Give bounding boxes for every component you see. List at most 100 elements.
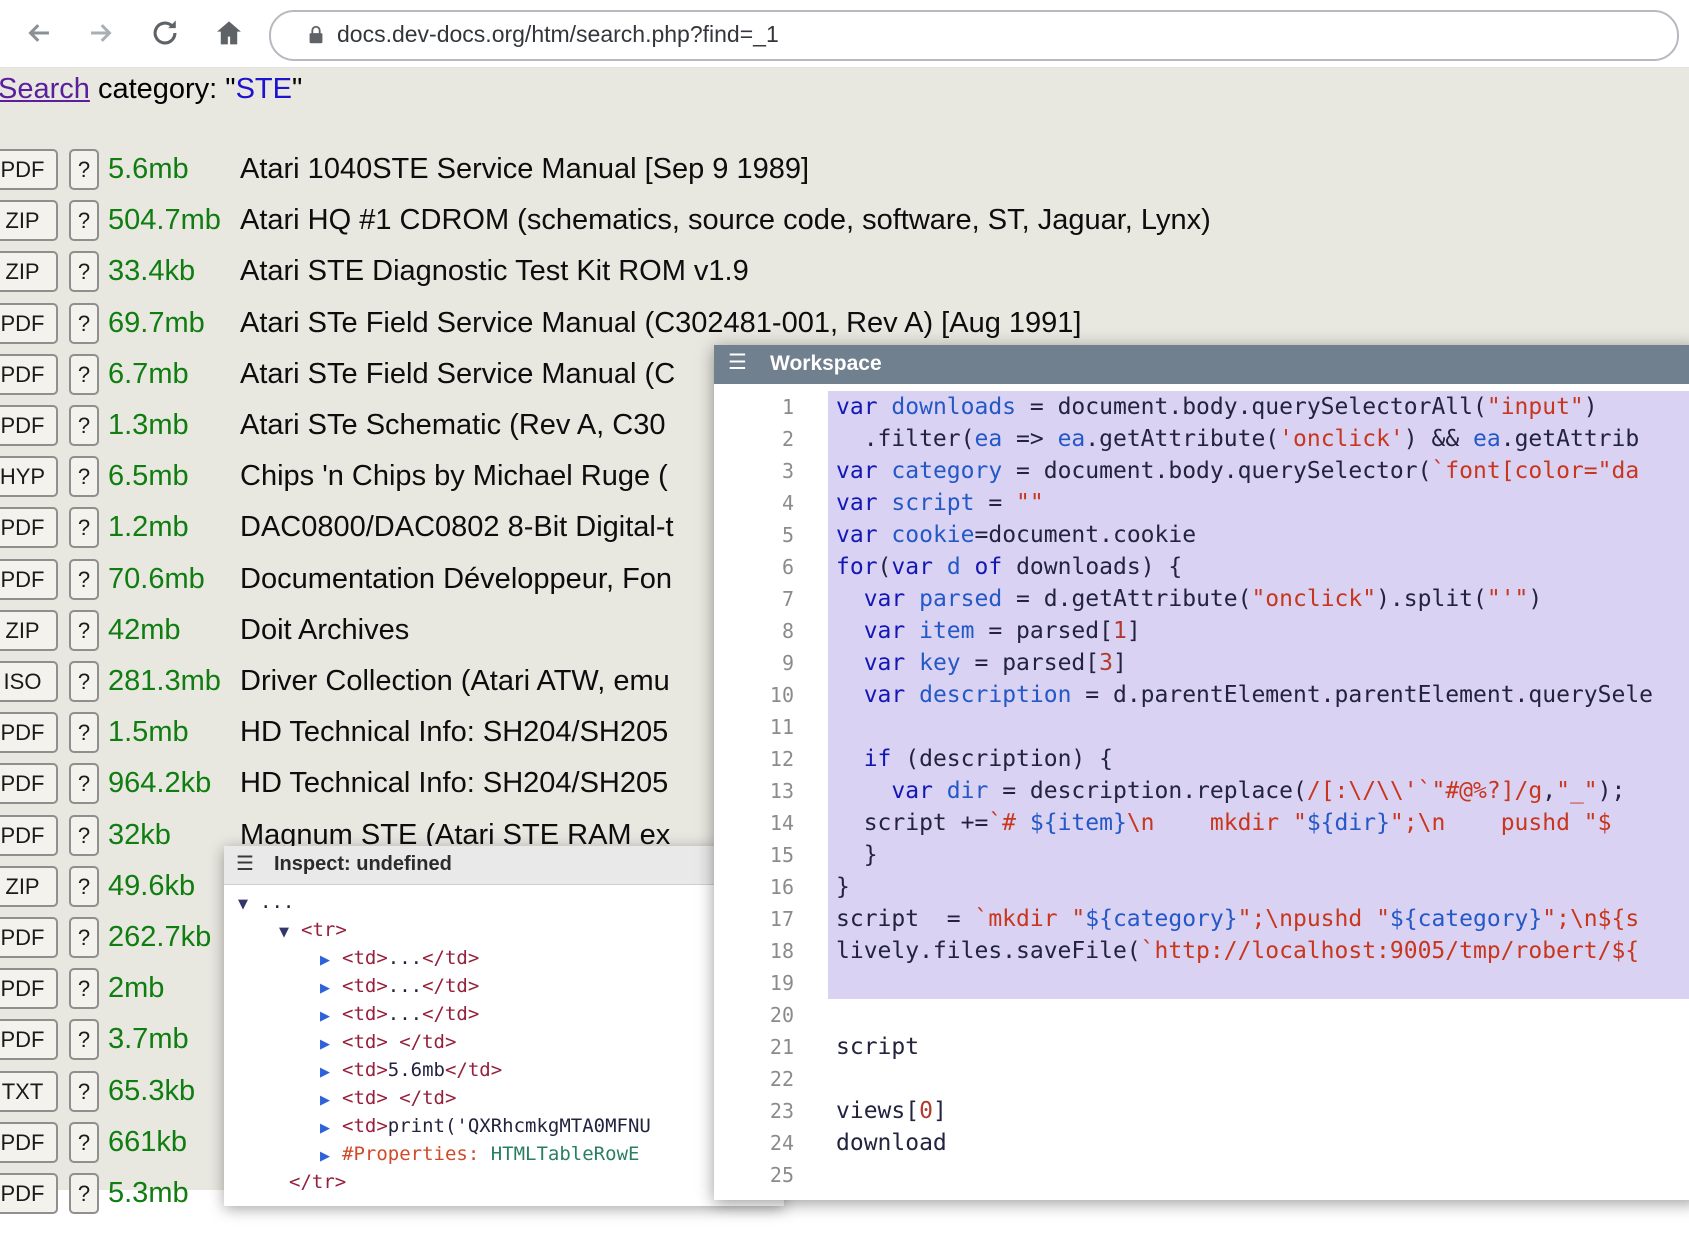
file-type-button[interactable]: PDF [0, 405, 58, 446]
expand-icon[interactable]: ▶ [320, 1003, 342, 1031]
file-type-button[interactable]: PDF [0, 354, 58, 395]
code-line[interactable]: download [828, 1127, 1689, 1159]
code-line[interactable]: script +=`# ${item}\n mkdir "${dir}";\n … [828, 807, 1689, 839]
help-button[interactable]: ? [69, 1019, 99, 1060]
expand-icon[interactable]: ▶ [320, 1115, 342, 1143]
file-type-button[interactable]: HYP [0, 456, 58, 497]
inspector-titlebar[interactable]: ☰ Inspect: undefined [224, 846, 784, 885]
code-line[interactable]: script = `mkdir "${category}";\npushd "$… [828, 903, 1689, 935]
code-line[interactable]: } [828, 839, 1689, 871]
help-button[interactable]: ? [69, 1122, 99, 1163]
help-button[interactable]: ? [69, 1173, 99, 1214]
code-line[interactable]: for(var d of downloads) { [828, 551, 1689, 583]
expand-icon[interactable]: ▶ [320, 975, 342, 1003]
code-line[interactable]: var script = "" [828, 487, 1689, 519]
tree-row[interactable]: ▼... [224, 888, 784, 916]
code-line[interactable]: .filter(ea => ea.getAttribute('onclick')… [828, 423, 1689, 455]
file-type-button[interactable]: ZIP [0, 866, 58, 907]
help-button[interactable]: ? [69, 763, 99, 804]
tree-row[interactable]: ▶<td>...</td> [224, 1000, 784, 1028]
code-line[interactable]: var description = d.parentElement.parent… [828, 679, 1689, 711]
code-line[interactable]: if (description) { [828, 743, 1689, 775]
code-line[interactable]: script [828, 1031, 1689, 1063]
tree-row[interactable]: ▼<tr> [224, 916, 784, 944]
help-button[interactable]: ? [69, 815, 99, 856]
tree-row[interactable]: ▶<td>...</td> [224, 972, 784, 1000]
help-button[interactable]: ? [69, 866, 99, 907]
file-type-button[interactable]: ISO [0, 661, 58, 702]
forward-icon[interactable] [84, 16, 118, 50]
menu-icon[interactable]: ☰ [728, 350, 747, 375]
address-bar[interactable]: docs.dev-docs.org/htm/search.php?find=_1 [269, 10, 1679, 61]
tree-row[interactable]: ▶<td> </td> [224, 1028, 784, 1056]
code-line[interactable] [828, 999, 1689, 1031]
expand-icon[interactable]: ▶ [320, 1059, 342, 1087]
code-editor[interactable]: 1234567891011121314151617181920212223242… [714, 384, 1689, 1200]
file-type-button[interactable]: ZIP [0, 251, 58, 292]
file-type-button[interactable]: PDF [0, 1173, 58, 1214]
help-button[interactable]: ? [69, 559, 99, 600]
code-lines[interactable]: var downloads = document.body.querySelec… [828, 391, 1689, 1191]
collapse-icon[interactable]: ▼ [238, 891, 260, 919]
file-type-button[interactable]: PDF [0, 815, 58, 856]
file-type-button[interactable]: PDF [0, 1019, 58, 1060]
expand-icon[interactable]: ▶ [320, 1031, 342, 1059]
help-button[interactable]: ? [69, 149, 99, 190]
tree-row[interactable]: ▶#Properties: HTMLTableRowE [224, 1140, 784, 1168]
expand-icon[interactable]: ▶ [320, 947, 342, 975]
lock-icon[interactable] [305, 24, 327, 51]
search-link[interactable]: Search [0, 73, 90, 105]
back-icon[interactable] [22, 16, 56, 50]
file-type-button[interactable]: PDF [0, 1122, 58, 1163]
inspector-tree[interactable]: ▼...▼<tr>▶<td>...</td>▶<td>...</td>▶<td>… [224, 888, 784, 1206]
file-type-button[interactable]: TXT [0, 1071, 58, 1112]
file-type-button[interactable]: ZIP [0, 200, 58, 241]
tree-row[interactable]: ▶<td>5.6mb</td> [224, 1056, 784, 1084]
file-type-button[interactable]: PDF [0, 763, 58, 804]
help-button[interactable]: ? [69, 968, 99, 1009]
help-button[interactable]: ? [69, 251, 99, 292]
code-line[interactable]: } [828, 871, 1689, 903]
code-line[interactable]: var item = parsed[1] [828, 615, 1689, 647]
help-button[interactable]: ? [69, 507, 99, 548]
code-line[interactable]: var cookie=document.cookie [828, 519, 1689, 551]
tree-row[interactable]: ▶<td>print('QXRhcmkgMTA0MFNU [224, 1112, 784, 1140]
help-button[interactable]: ? [69, 405, 99, 446]
code-line[interactable] [828, 711, 1689, 743]
help-button[interactable]: ? [69, 456, 99, 497]
file-type-button[interactable]: ZIP [0, 610, 58, 651]
refresh-icon[interactable] [148, 16, 182, 50]
code-line[interactable] [828, 967, 1689, 999]
help-button[interactable]: ? [69, 303, 99, 344]
workspace-titlebar[interactable]: ☰ Workspace [714, 345, 1689, 384]
file-type-button[interactable]: PDF [0, 149, 58, 190]
code-line[interactable]: var downloads = document.body.querySelec… [828, 391, 1689, 423]
expand-icon[interactable]: ▶ [320, 1087, 342, 1115]
file-type-button[interactable]: PDF [0, 917, 58, 958]
file-type-button[interactable]: PDF [0, 712, 58, 753]
expand-icon[interactable]: ▶ [320, 1143, 342, 1171]
code-line[interactable] [828, 1159, 1689, 1191]
help-button[interactable]: ? [69, 661, 99, 702]
code-line[interactable]: var key = parsed[3] [828, 647, 1689, 679]
file-type-button[interactable]: PDF [0, 559, 58, 600]
code-line[interactable]: lively.files.saveFile(`http://localhost:… [828, 935, 1689, 967]
code-line[interactable]: views[0] [828, 1095, 1689, 1127]
help-button[interactable]: ? [69, 917, 99, 958]
help-button[interactable]: ? [69, 1071, 99, 1112]
collapse-icon[interactable]: ▼ [279, 919, 301, 947]
file-type-button[interactable]: PDF [0, 507, 58, 548]
tree-row[interactable]: ▶<td>...</td> [224, 944, 784, 972]
code-line[interactable]: var category = document.body.querySelect… [828, 455, 1689, 487]
code-line[interactable] [828, 1063, 1689, 1095]
help-button[interactable]: ? [69, 610, 99, 651]
tree-row[interactable]: </tr> [224, 1168, 784, 1196]
file-type-button[interactable]: PDF [0, 303, 58, 344]
tree-row[interactable]: ▶<td> </td> [224, 1084, 784, 1112]
menu-icon[interactable]: ☰ [236, 851, 254, 876]
file-type-button[interactable]: PDF [0, 968, 58, 1009]
home-icon[interactable] [212, 16, 246, 50]
help-button[interactable]: ? [69, 354, 99, 395]
help-button[interactable]: ? [69, 712, 99, 753]
code-line[interactable]: var dir = description.replace(/[:\/\\'`"… [828, 775, 1689, 807]
